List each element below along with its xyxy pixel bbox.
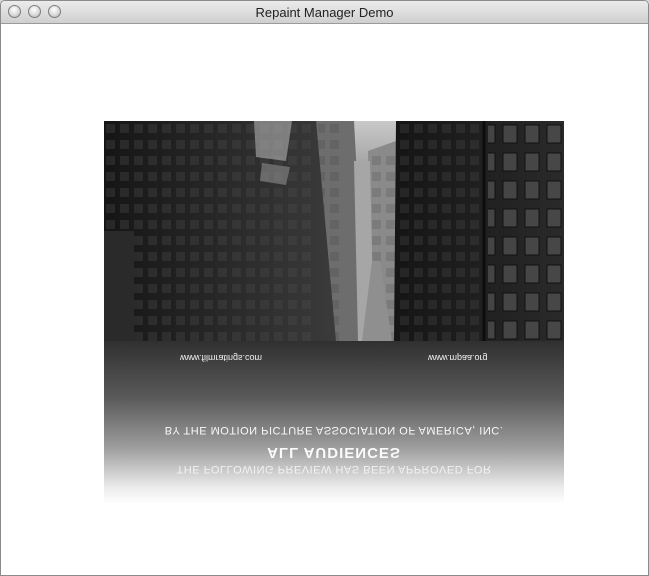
trailer-reflection: www.filmratings.com www.mpaa.org BY THE …: [104, 341, 564, 504]
demo-canvas: www.filmratings.com www.mpaa.org BY THE …: [1, 24, 648, 575]
app-window: Repaint Manager Demo www.filmratings.com…: [0, 0, 649, 576]
reflected-mpaa-line: BY THE MOTION PICTURE ASSOCIATION OF AME…: [164, 424, 504, 436]
reflected-url-left: www.filmratings.com: [180, 353, 263, 363]
city-street-photo: [104, 121, 564, 341]
title-bar[interactable]: Repaint Manager Demo: [1, 1, 648, 24]
reflected-url-right: www.mpaa.org: [428, 353, 488, 363]
window-title: Repaint Manager Demo: [255, 5, 394, 20]
reflected-approval-line: THE FOLLOWING PREVIEW HAS BEEN APPROVED …: [176, 463, 492, 475]
reflected-audience-rating: ALL AUDIENCES: [267, 444, 401, 461]
